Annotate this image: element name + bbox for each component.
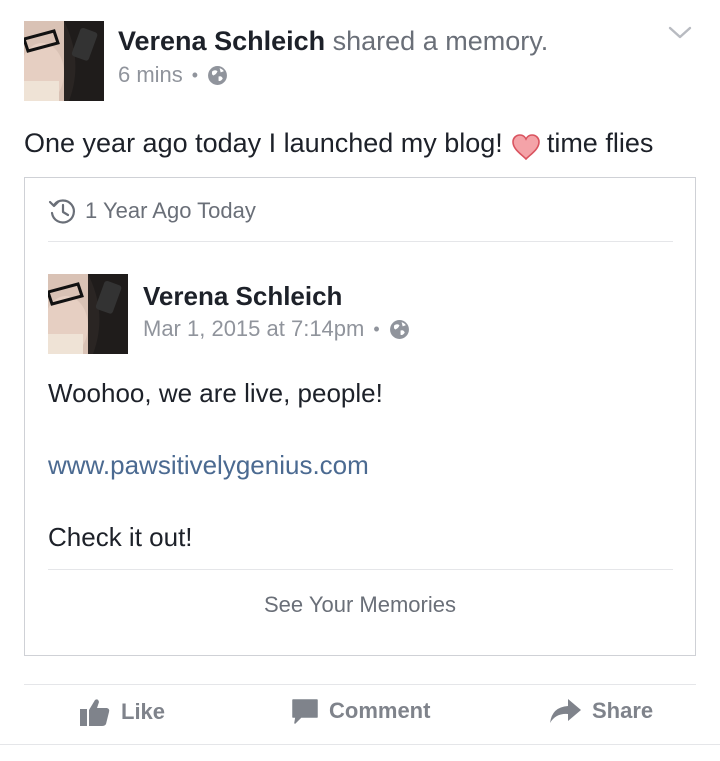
post-meta: 6 mins • (118, 62, 228, 88)
see-your-memories-link[interactable]: See Your Memories (25, 592, 695, 618)
shared-post-meta: Mar 1, 2015 at 7:14pm • (143, 316, 410, 342)
avatar-photo (24, 21, 104, 101)
like-label: Like (121, 699, 166, 724)
divider (48, 241, 673, 242)
memory-card-header: 1 Year Ago Today (47, 196, 256, 226)
share-button[interactable]: Share (548, 697, 653, 725)
post-timestamp[interactable]: 6 mins (118, 62, 183, 88)
share-label: Share (592, 698, 654, 723)
heart-icon (512, 133, 540, 160)
shared-post-date[interactable]: Mar 1, 2015 at 7:14pm (143, 316, 364, 342)
author-name[interactable]: Verena Schleich (118, 26, 325, 56)
shared-post-text-line3: Check it out! (48, 522, 193, 552)
shared-author-name[interactable]: Verena Schleich (143, 281, 342, 312)
memory-card-title: 1 Year Ago Today (85, 198, 256, 223)
post-header-line: Verena Schleich shared a memory. (118, 26, 548, 57)
comment-label: Comment (329, 698, 431, 723)
thumbs-up-icon (80, 699, 110, 726)
author-avatar[interactable] (24, 21, 104, 101)
comment-icon (292, 699, 318, 724)
comment-button[interactable]: Comment (291, 697, 430, 725)
history-icon (48, 199, 75, 224)
share-arrow-icon (550, 699, 581, 723)
globe-icon[interactable] (207, 65, 228, 86)
chevron-down-icon[interactable] (666, 22, 694, 44)
meta-separator: • (191, 64, 199, 85)
globe-icon[interactable] (389, 319, 410, 340)
post-text-part2: time flies (546, 128, 654, 158)
memory-card[interactable]: 1 Year Ago Today Verena Schleich Mar 1, … (24, 177, 696, 656)
divider (48, 569, 673, 570)
post-action-text: shared a memory. (332, 26, 549, 56)
shared-post-text-line1: Woohoo, we are live, people! (48, 378, 383, 408)
avatar-photo (48, 274, 128, 354)
divider (0, 744, 720, 745)
post-text-part1: One year ago today I launched my blog! (24, 128, 503, 158)
shared-post-link[interactable]: www.pawsitivelygenius.com (48, 450, 369, 481)
post-text: One year ago today I launched my blog! t… (24, 128, 654, 160)
shared-author-avatar[interactable] (48, 274, 128, 354)
like-button[interactable]: Like (79, 697, 165, 727)
meta-separator: • (373, 318, 380, 339)
divider (24, 684, 696, 685)
